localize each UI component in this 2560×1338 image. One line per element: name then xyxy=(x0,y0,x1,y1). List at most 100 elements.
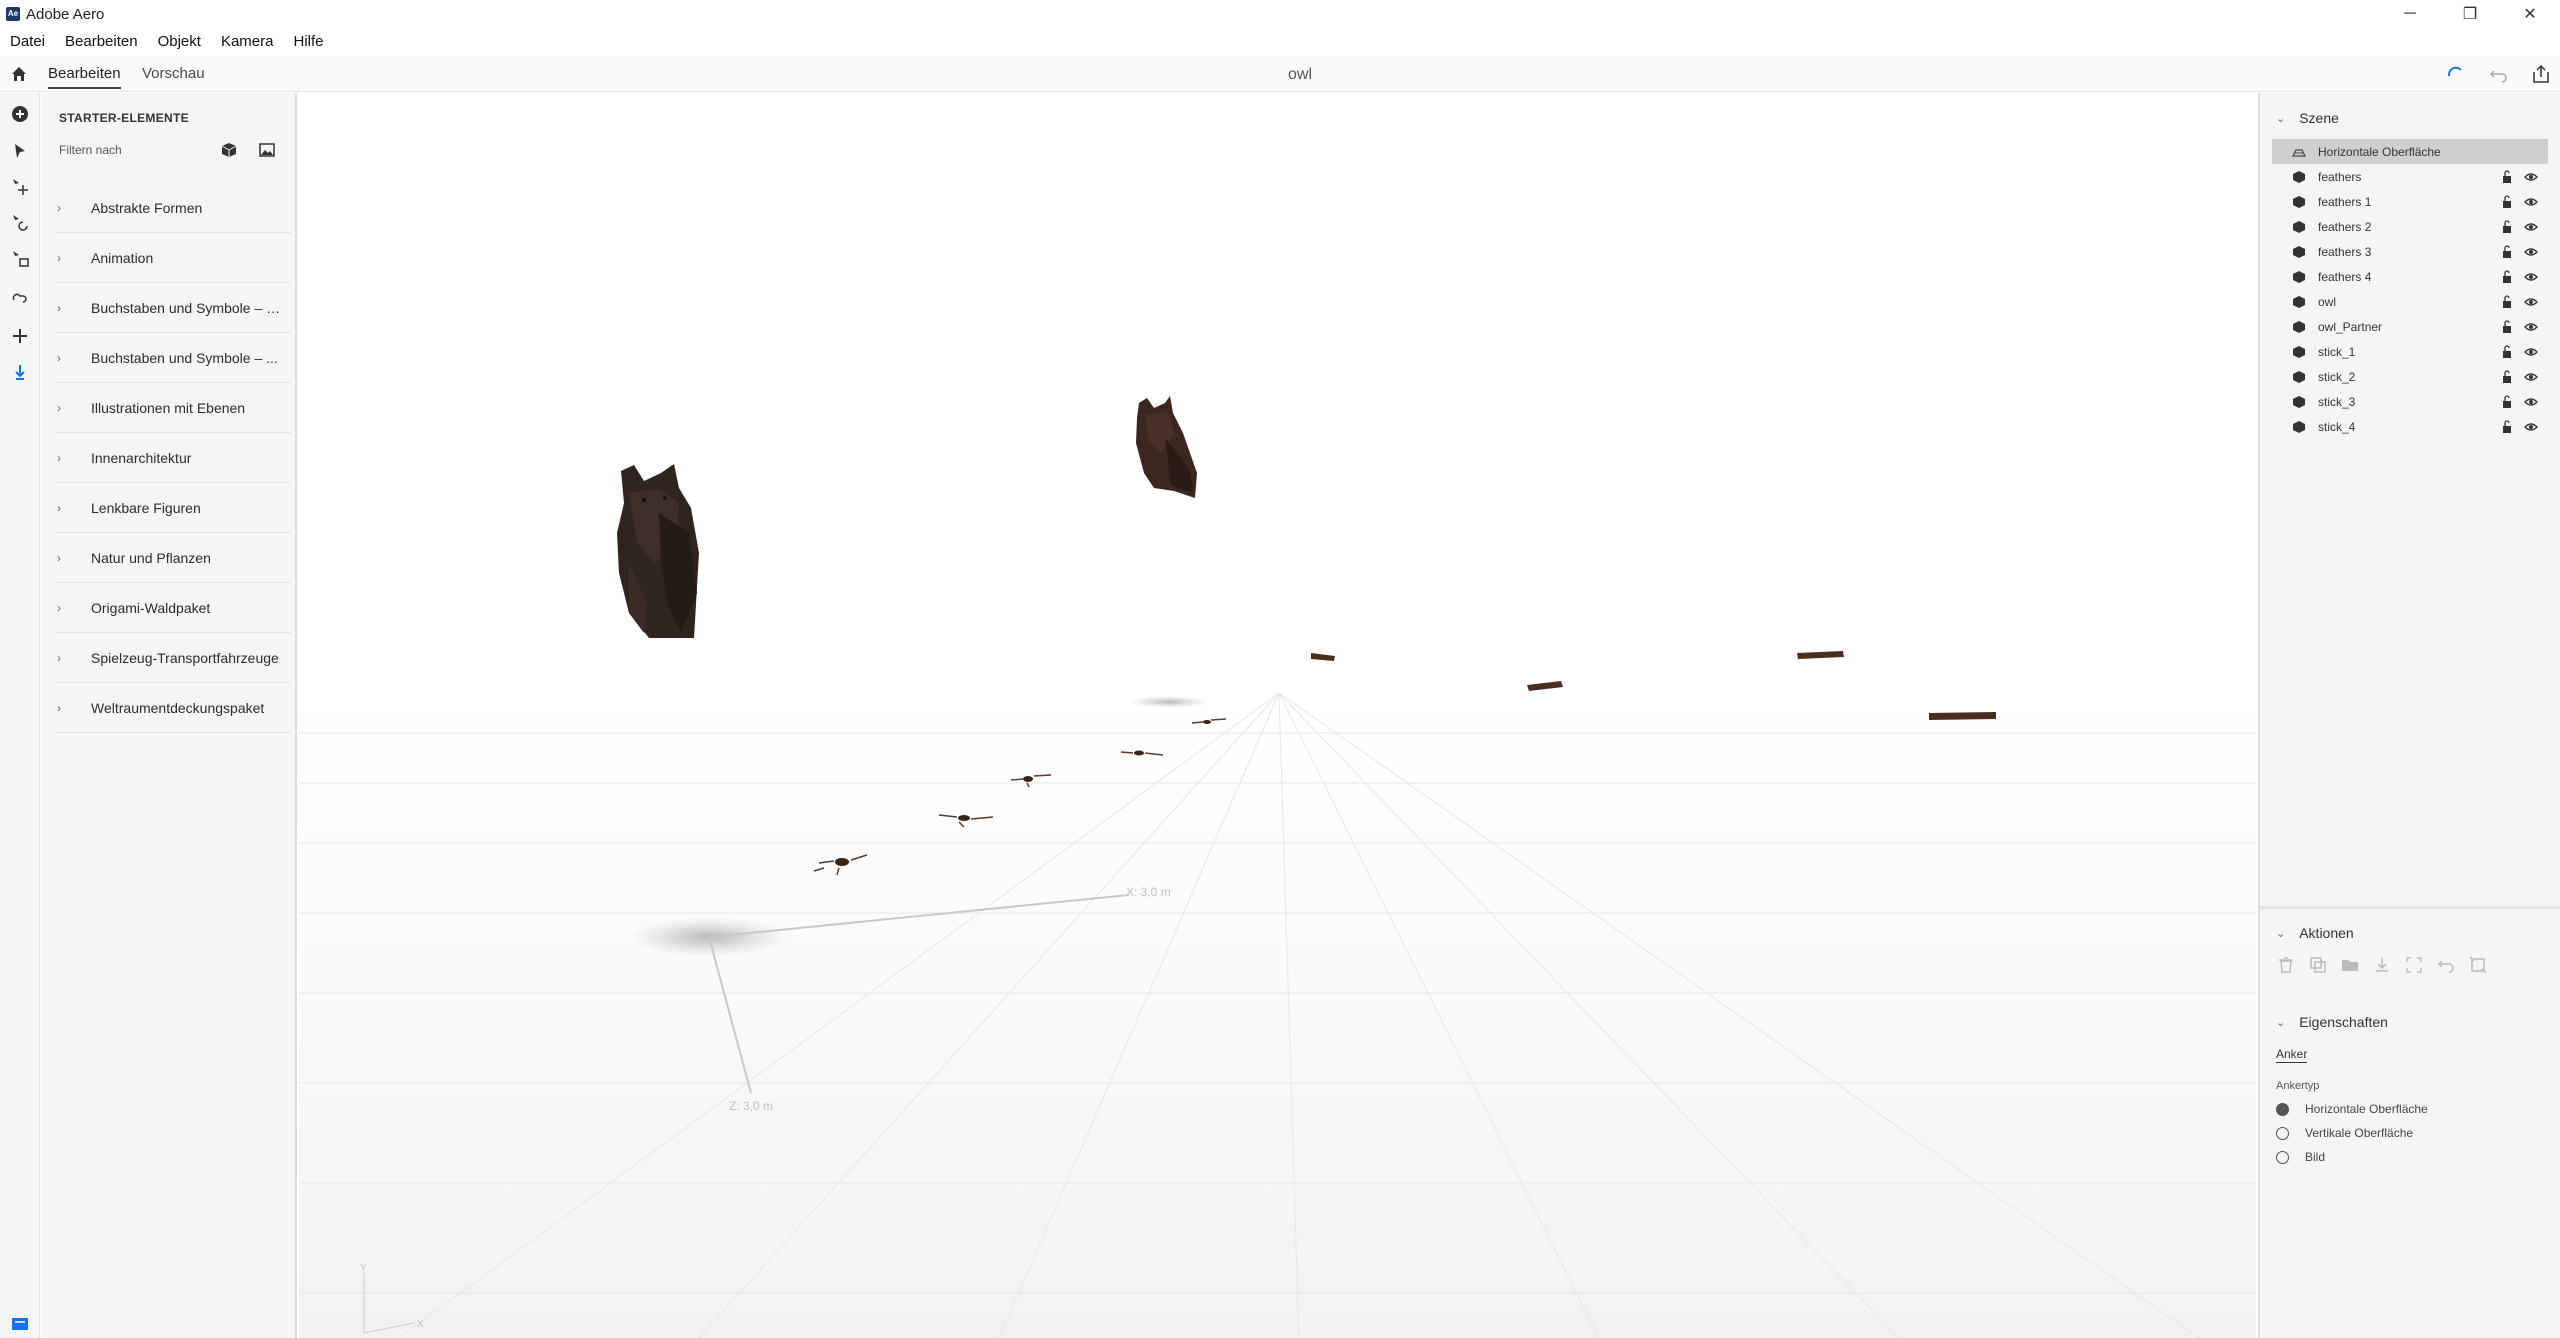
unlock-icon[interactable] xyxy=(2500,319,2514,334)
unlock-icon[interactable] xyxy=(2500,369,2514,384)
eye-icon[interactable] xyxy=(2524,345,2538,359)
stick-2-model[interactable] xyxy=(1527,681,1563,691)
eye-icon[interactable] xyxy=(2524,170,2538,184)
stick-1-model[interactable] xyxy=(1311,653,1335,661)
category-label: Illustrationen mit Ebenen xyxy=(91,399,246,416)
unlock-icon[interactable] xyxy=(2500,294,2514,309)
radio-unchecked[interactable] xyxy=(2276,1150,2289,1164)
unlock-icon[interactable] xyxy=(2500,419,2514,434)
duplicate-icon[interactable] xyxy=(2308,955,2328,975)
anchor-option-image[interactable]: Bild xyxy=(2276,1150,2325,1164)
drop-to-ground-icon[interactable] xyxy=(9,361,31,383)
eye-icon[interactable] xyxy=(2524,395,2538,409)
scene-section-header[interactable]: ⌄ Szene xyxy=(2276,110,2339,126)
layer-row[interactable]: stick_2 xyxy=(2272,364,2548,389)
category-animation[interactable]: › Animation xyxy=(55,233,291,283)
eye-icon[interactable] xyxy=(2524,220,2538,234)
filter-input[interactable]: Filtern nach xyxy=(59,143,219,157)
menu-datei[interactable]: Datei xyxy=(10,33,45,50)
radio-unchecked[interactable] xyxy=(2276,1126,2289,1140)
eye-icon[interactable] xyxy=(2524,320,2538,334)
stick-3-model[interactable] xyxy=(1797,651,1844,659)
expand-icon[interactable] xyxy=(2404,955,2424,975)
layer-row[interactable]: feathers 3 xyxy=(2272,239,2548,264)
layer-row[interactable]: feathers 4 xyxy=(2272,264,2548,289)
panel-divider[interactable] xyxy=(2260,906,2560,909)
category-origami[interactable]: › Origami-Waldpaket xyxy=(55,583,291,633)
menu-objekt[interactable]: Objekt xyxy=(158,33,201,50)
category-buchstaben-2[interactable]: › Buchstaben und Symbole – ... xyxy=(55,333,291,383)
menu-kamera[interactable]: Kamera xyxy=(221,33,274,50)
folder-icon[interactable] xyxy=(2340,955,2360,975)
scene-canvas[interactable]: X: 3,0 m Z: 3,0 m Y X xyxy=(299,93,2256,1338)
unlock-icon[interactable] xyxy=(2500,269,2514,284)
3d-filter-icon[interactable] xyxy=(221,142,237,158)
3d-object-icon xyxy=(2293,420,2305,433)
transform-icon[interactable] xyxy=(2468,955,2488,975)
tab-vorschau[interactable]: Vorschau xyxy=(142,65,205,82)
owl-model[interactable] xyxy=(617,464,699,638)
category-innenarchitektur[interactable]: › Innenarchitektur xyxy=(55,433,291,483)
scene-viewport[interactable]: X: 3,0 m Z: 3,0 m Y X xyxy=(299,93,2256,1338)
add-icon[interactable] xyxy=(9,103,31,125)
radio-checked[interactable] xyxy=(2276,1102,2289,1116)
category-weltraum[interactable]: › Weltraumentdeckungspaket xyxy=(55,683,291,733)
layer-row[interactable]: stick_3 xyxy=(2272,389,2548,414)
3d-object-icon xyxy=(2293,170,2305,183)
unlock-icon[interactable] xyxy=(2500,244,2514,259)
link-tool-icon[interactable] xyxy=(9,289,31,311)
image-filter-icon[interactable] xyxy=(259,142,275,158)
reset-icon[interactable] xyxy=(2436,955,2456,975)
layer-row[interactable]: owl xyxy=(2272,289,2548,314)
category-illustrationen[interactable]: › Illustrationen mit Ebenen xyxy=(55,383,291,433)
menu-hilfe[interactable]: Hilfe xyxy=(293,33,323,50)
category-spielzeug[interactable]: › Spielzeug-Transportfahrzeuge xyxy=(55,633,291,683)
move-tool-icon[interactable] xyxy=(9,176,31,198)
close-icon[interactable]: ✕ xyxy=(2500,0,2560,28)
category-lenkbare-figuren[interactable]: › Lenkbare Figuren xyxy=(55,483,291,533)
category-natur[interactable]: › Natur und Pflanzen xyxy=(55,533,291,583)
drop-down-icon[interactable] xyxy=(2372,955,2392,975)
eye-icon[interactable] xyxy=(2524,245,2538,259)
properties-section-header[interactable]: ⌄ Eigenschaften xyxy=(2276,1014,2388,1030)
anchor-option-vertical[interactable]: Vertikale Oberfläche xyxy=(2276,1126,2413,1140)
home-icon[interactable] xyxy=(10,65,28,83)
layer-row[interactable]: feathers 2 xyxy=(2272,214,2548,239)
layer-row[interactable]: stick_4 xyxy=(2272,414,2548,439)
unlock-icon[interactable] xyxy=(2500,219,2514,234)
unlock-icon[interactable] xyxy=(2500,344,2514,359)
restore-icon[interactable]: ❐ xyxy=(2440,0,2500,28)
delete-icon[interactable] xyxy=(2276,955,2296,975)
unlock-icon[interactable] xyxy=(2500,194,2514,209)
menu-bearbeiten[interactable]: Bearbeiten xyxy=(65,33,138,50)
owl-partner-model[interactable] xyxy=(1136,396,1197,498)
eye-icon[interactable] xyxy=(2524,270,2538,284)
scale-tool-icon[interactable] xyxy=(9,248,31,270)
category-buchstaben-1[interactable]: › Buchstaben und Symbole – e... xyxy=(55,283,291,333)
unlock-icon[interactable] xyxy=(2500,394,2514,409)
rotate-tool-icon[interactable] xyxy=(9,212,31,234)
chevron-down-icon: ⌄ xyxy=(2276,112,2286,125)
category-abstrakte-formen[interactable]: › Abstrakte Formen xyxy=(55,183,291,233)
actions-section-header[interactable]: ⌄ Aktionen xyxy=(2276,925,2354,941)
panel-toggle-icon[interactable] xyxy=(9,1313,31,1335)
layer-row[interactable]: owl_Partner xyxy=(2272,314,2548,339)
layer-row[interactable]: stick_1 xyxy=(2272,339,2548,364)
eye-icon[interactable] xyxy=(2524,195,2538,209)
eye-icon[interactable] xyxy=(2524,420,2538,434)
unlock-icon[interactable] xyxy=(2500,169,2514,184)
eye-icon[interactable] xyxy=(2524,370,2538,384)
select-tool-icon[interactable] xyxy=(9,140,31,162)
eye-icon[interactable] xyxy=(2524,295,2538,309)
minimize-icon[interactable]: ─ xyxy=(2380,0,2440,28)
stick-4-model[interactable] xyxy=(1929,712,1996,720)
undo-icon[interactable] xyxy=(2488,64,2510,84)
crosshair-tool-icon[interactable] xyxy=(9,325,31,347)
layer-anchor[interactable]: Horizontale Oberfläche xyxy=(2272,139,2548,164)
share-icon[interactable] xyxy=(2530,64,2552,84)
tab-bearbeiten[interactable]: Bearbeiten xyxy=(48,65,121,89)
anchor-option-horizontal[interactable]: Horizontale Oberfläche xyxy=(2276,1102,2428,1116)
tab-anker[interactable]: Anker xyxy=(2276,1047,2308,1063)
layer-row[interactable]: feathers xyxy=(2272,164,2548,189)
layer-row[interactable]: feathers 1 xyxy=(2272,189,2548,214)
